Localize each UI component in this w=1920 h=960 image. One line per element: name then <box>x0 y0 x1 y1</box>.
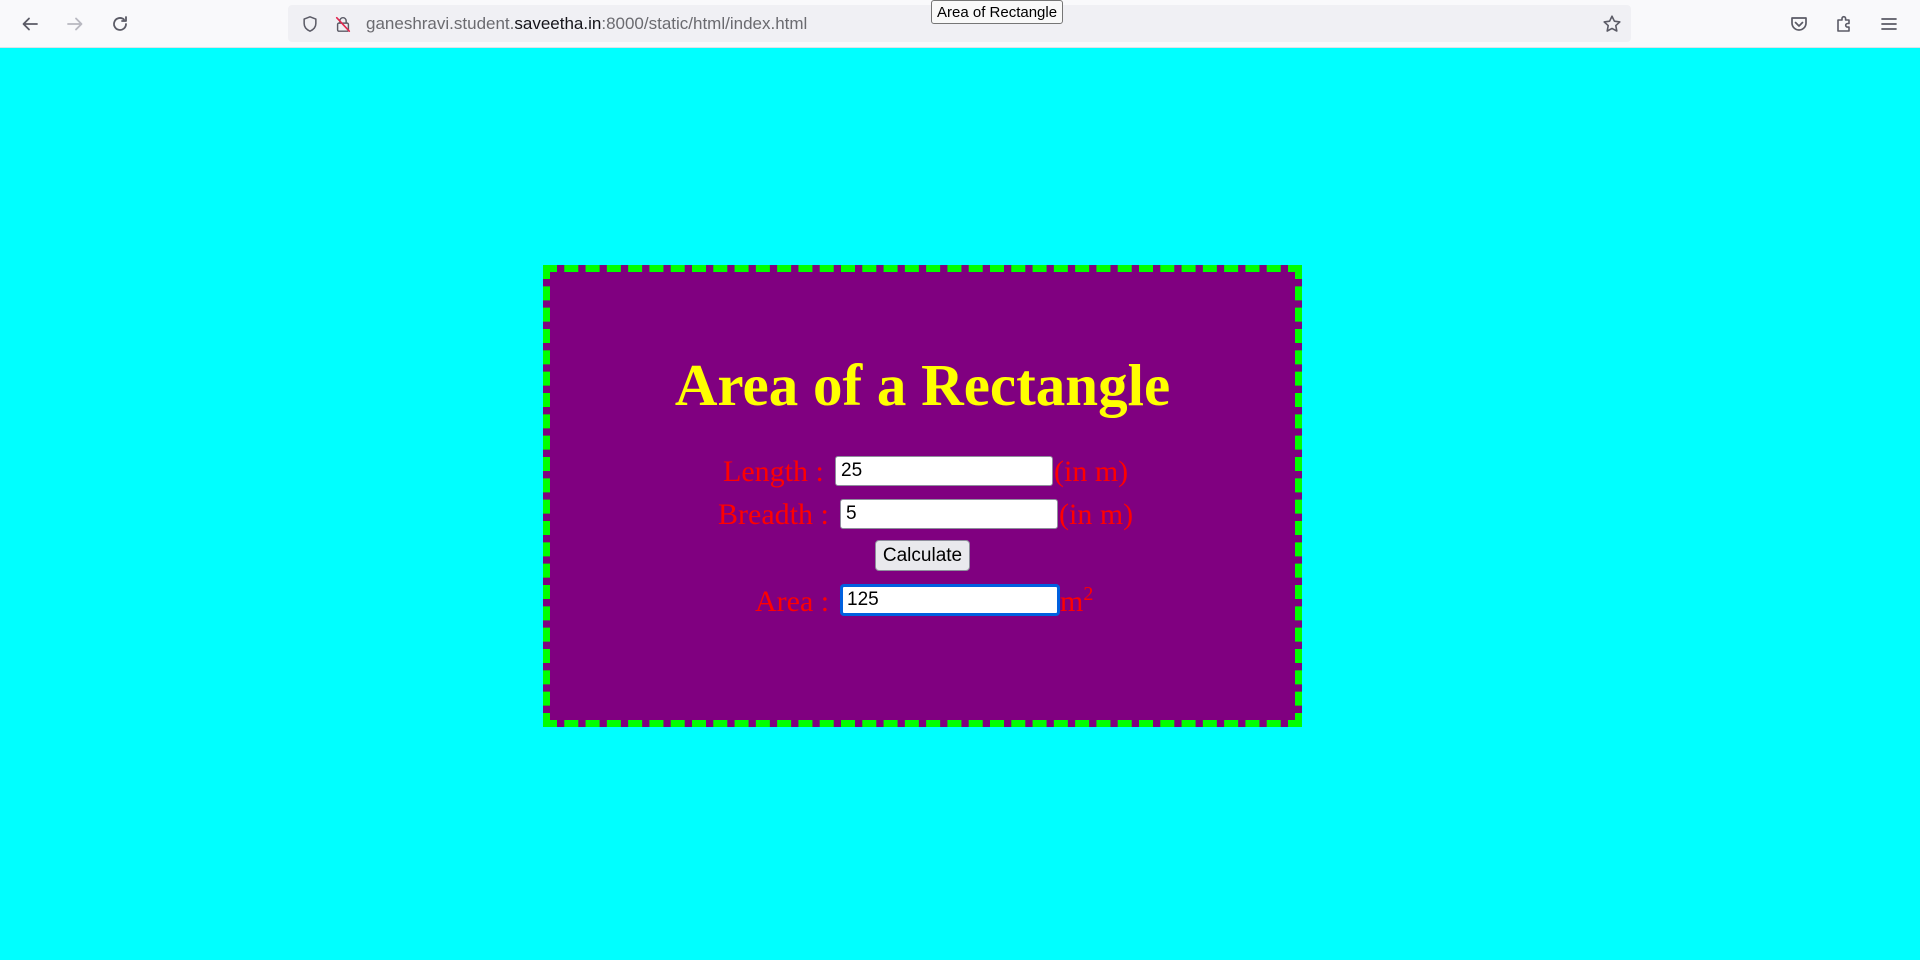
pocket-icon <box>1791 17 1807 31</box>
breadth-unit: (in m) <box>1059 498 1134 531</box>
length-input[interactable] <box>835 456 1053 486</box>
bookmark-star-button[interactable] <box>1601 13 1623 35</box>
reload-button[interactable] <box>104 8 136 40</box>
back-button[interactable] <box>14 8 46 40</box>
length-label: Length : <box>723 455 824 488</box>
pocket-button[interactable] <box>1783 8 1815 40</box>
extensions-button[interactable] <box>1828 8 1860 40</box>
shield-icon[interactable] <box>300 14 320 34</box>
area-unit-exponent: 2 <box>1083 583 1094 605</box>
puzzle-icon <box>1837 15 1850 32</box>
menu-button[interactable] <box>1873 8 1905 40</box>
area-label: Area : <box>755 585 830 618</box>
calculator-card: Area of a Rectangle Length : (in m) Brea… <box>543 265 1302 727</box>
arrow-right-icon <box>67 17 83 31</box>
page-title: Area of a Rectangle <box>674 352 1171 418</box>
url-suffix: :8000/static/html/index.html <box>601 14 808 33</box>
url-text[interactable]: ganeshravi.student.saveetha.in:8000/stat… <box>366 14 807 34</box>
star-icon <box>1603 15 1621 32</box>
reload-icon <box>113 16 127 31</box>
breadth-input[interactable] <box>840 499 1058 529</box>
url-domain: saveetha.in <box>514 14 602 33</box>
arrow-left-icon <box>22 17 38 31</box>
area-unit: m2 <box>1060 583 1094 619</box>
url-prefix: ganeshravi.student. <box>366 14 515 33</box>
forward-button[interactable] <box>59 8 91 40</box>
breadth-label: Breadth : <box>718 498 829 531</box>
page-title-tooltip: Area of Rectangle <box>931 0 1064 24</box>
length-unit: (in m) <box>1054 455 1129 488</box>
hamburger-menu-icon <box>1881 18 1897 30</box>
area-output[interactable] <box>841 585 1059 615</box>
browser-toolbar: ganeshravi.student.saveetha.in:8000/stat… <box>0 0 1920 48</box>
calculate-button[interactable]: Calculate <box>875 540 970 571</box>
area-unit-base: m <box>1060 585 1084 618</box>
insecure-lock-icon[interactable] <box>333 14 353 34</box>
